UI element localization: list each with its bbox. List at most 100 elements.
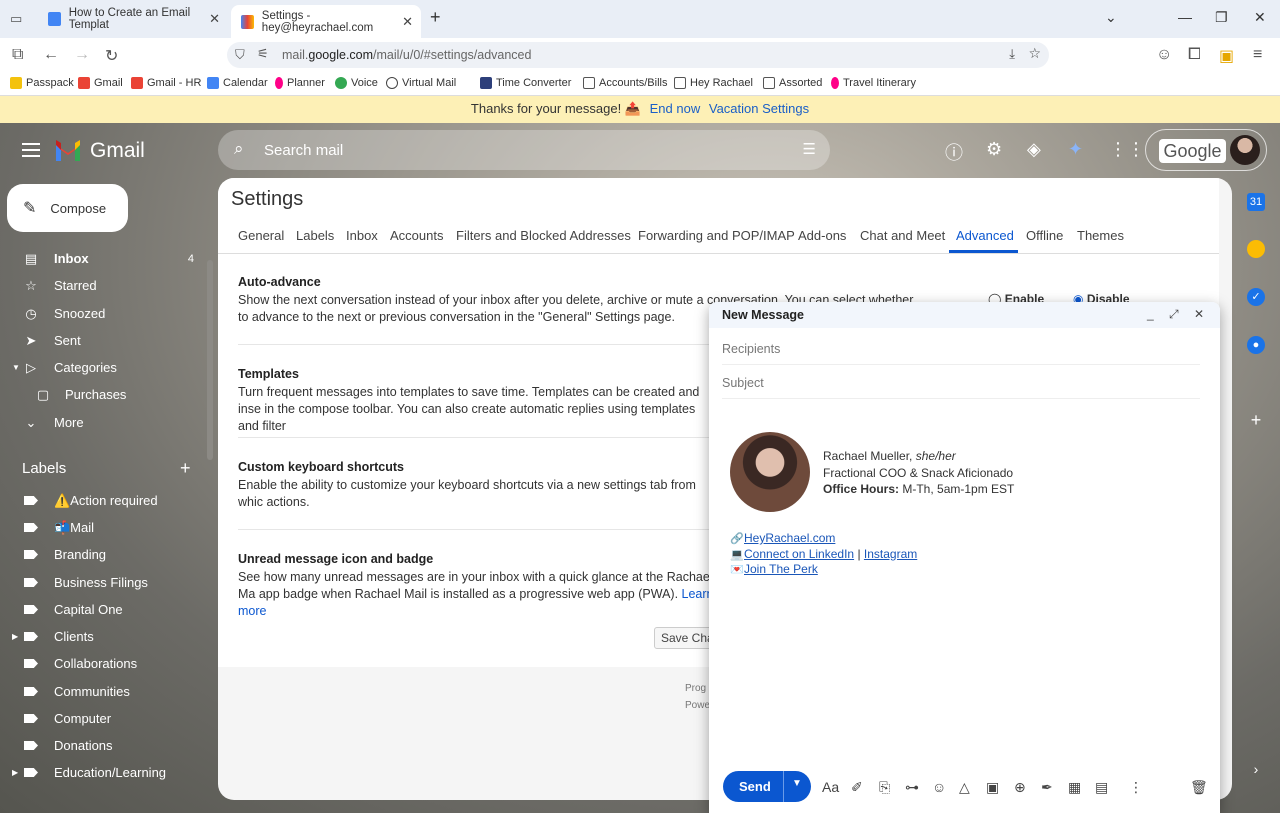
instagram-link[interactable]: Instagram	[864, 547, 917, 561]
bookmark-virtual-mail[interactable]: Virtual Mail	[386, 77, 456, 89]
back-icon[interactable]: ←	[43, 46, 59, 64]
emoji-icon[interactable]: ☺	[932, 779, 946, 795]
tab-addons[interactable]: Add-ons	[798, 228, 846, 243]
formatting-icon[interactable]: Aa	[822, 779, 839, 795]
more-options-icon[interactable]: ⋮	[1129, 779, 1143, 796]
expand-side-panel-icon[interactable]: ›	[1247, 760, 1265, 778]
tab-filters[interactable]: Filters and Blocked Addresses	[456, 228, 631, 243]
tasks-icon[interactable]: ✓	[1247, 288, 1265, 306]
nav-item-more[interactable]: ⌄ More	[0, 409, 205, 436]
bookmark-folder-assorted[interactable]: Assorted	[763, 77, 822, 89]
fullscreen-icon[interactable]: ⤢	[1169, 307, 1179, 322]
send-button[interactable]: Send ▼	[723, 771, 811, 802]
tab-themes[interactable]: Themes	[1077, 228, 1124, 243]
new-tab-icon[interactable]: +	[430, 7, 441, 28]
subject-field[interactable]: Subject	[722, 367, 1200, 399]
tab-labels[interactable]: Labels	[296, 228, 334, 243]
help-icon[interactable]: ⓘ	[945, 139, 963, 165]
expand-caret-icon[interactable]: ▶	[12, 632, 18, 641]
layouts-icon[interactable]: ▦	[1068, 779, 1081, 796]
label-item[interactable]: ⚠️Action required	[0, 487, 205, 514]
gmail-logo-icon[interactable]	[54, 140, 82, 161]
search-bar[interactable]: ⌕ Search mail ☰	[218, 130, 830, 170]
schedule-icon[interactable]: ▤	[1095, 779, 1108, 796]
compose-header[interactable]: New Message _ ⤢ ✕	[709, 302, 1220, 328]
label-item[interactable]: ▶ Clients	[0, 623, 205, 650]
contacts-icon[interactable]: ●	[1247, 336, 1265, 354]
profile-icon[interactable]: ☺	[1156, 46, 1172, 64]
search-input[interactable]: Search mail	[264, 142, 343, 159]
apps-grid-icon[interactable]: ⋮⋮	[1109, 139, 1145, 160]
perk-link[interactable]: Join The Perk	[744, 562, 818, 576]
tab-inbox[interactable]: Inbox	[346, 228, 378, 243]
expand-caret-icon[interactable]: ▼	[12, 363, 20, 372]
bookmark-planner[interactable]: Planner	[275, 77, 325, 89]
close-window-icon[interactable]: ✕	[1254, 9, 1266, 26]
minimize-icon[interactable]: _	[1147, 307, 1154, 321]
label-item[interactable]: 📬Mail	[0, 514, 205, 541]
nav-item-snoozed[interactable]: ◷ Snoozed	[0, 300, 205, 327]
passpack-extension-icon[interactable]: ▣	[1219, 46, 1234, 66]
url-bar[interactable]: ⛉ ⚟ mail.google.com/mail/u/0/#settings/a…	[227, 42, 1049, 68]
nav-scrollbar[interactable]	[207, 260, 213, 460]
browser-tab-gmail-settings[interactable]: Settings - hey@heyrachael.com ✕	[231, 5, 421, 38]
tab-accounts[interactable]: Accounts	[390, 228, 443, 243]
main-menu-icon[interactable]	[22, 143, 40, 157]
expand-caret-icon[interactable]: ▶	[12, 768, 18, 777]
signature-icon[interactable]: ✒	[1041, 779, 1053, 796]
tab-forwarding[interactable]: Forwarding and POP/IMAP	[638, 228, 795, 243]
bookmark-star-icon[interactable]: ☆	[1028, 45, 1041, 62]
extensions-icon[interactable]: ⧠	[1188, 46, 1201, 64]
drive-icon[interactable]: △	[959, 779, 970, 796]
help-me-write-icon[interactable]: ✐	[851, 779, 863, 796]
tab-actions-icon[interactable]: ▭	[10, 11, 22, 27]
discard-icon[interactable]: 🗑	[1190, 779, 1208, 796]
bookmark-folder-hey-rachael[interactable]: Hey Rachael	[674, 77, 753, 89]
settings-gear-icon[interactable]: ⚙	[986, 139, 1002, 160]
account-switcher[interactable]: Google	[1145, 129, 1267, 171]
gemini-icon[interactable]: ✦	[1068, 139, 1083, 160]
vacation-settings-link[interactable]: Vacation Settings	[709, 101, 809, 116]
reload-icon[interactable]: ↻	[105, 46, 118, 66]
search-icon[interactable]: ⌕	[234, 139, 244, 159]
label-item[interactable]: Business Filings	[0, 569, 205, 596]
label-item[interactable]: Branding	[0, 541, 205, 568]
send-options-icon[interactable]: ▼	[792, 778, 802, 789]
close-tab-icon[interactable]: ✕	[209, 11, 220, 27]
site-settings-icon[interactable]: ⚟	[257, 46, 269, 62]
install-app-icon[interactable]: ⤓	[1009, 46, 1015, 62]
bookmark-gmail[interactable]: Gmail	[78, 77, 123, 89]
bookmark-travel-itinerary[interactable]: Travel Itinerary	[831, 77, 916, 89]
gemini-sparkle-outline-icon[interactable]: ◈	[1027, 139, 1041, 160]
browser-menu-icon[interactable]: ≡	[1253, 46, 1262, 64]
tab-search-icon[interactable]: ⌄	[1105, 9, 1117, 26]
calendar-icon[interactable]: 31	[1247, 193, 1265, 211]
minimize-icon[interactable]: —	[1178, 9, 1192, 25]
search-options-icon[interactable]: ☰	[803, 140, 816, 158]
label-item[interactable]: Communities	[0, 678, 205, 705]
insert-link-icon[interactable]: ⊶	[905, 779, 919, 796]
bookmark-voice[interactable]: Voice	[335, 77, 378, 89]
restore-icon[interactable]: ❐	[1215, 9, 1228, 26]
nav-item-categories[interactable]: ▼ ▷ Categories	[0, 354, 205, 381]
site-security-icon[interactable]: ⛉	[235, 47, 245, 63]
label-item[interactable]: Collaborations	[0, 650, 205, 677]
linkedin-link[interactable]: Connect on LinkedIn	[744, 547, 854, 561]
tab-offline[interactable]: Offline	[1026, 228, 1063, 243]
bookmark-folder-accounts[interactable]: Accounts/Bills	[583, 77, 667, 89]
attach-icon[interactable]: ⎘	[879, 779, 890, 796]
compose-button[interactable]: ✎ Compose	[7, 184, 128, 232]
keep-icon[interactable]	[1247, 240, 1265, 258]
label-item[interactable]: Computer	[0, 705, 205, 732]
insert-photo-icon[interactable]: ▣	[986, 779, 999, 796]
recipients-field[interactable]: Recipients	[722, 333, 1200, 365]
nav-item-starred[interactable]: ☆ Starred	[0, 272, 205, 299]
forward-icon[interactable]: →	[74, 46, 90, 64]
website-link[interactable]: HeyRachael.com	[744, 531, 835, 545]
label-item[interactable]: Capital One	[0, 596, 205, 623]
create-label-icon[interactable]: +	[180, 458, 191, 479]
close-icon[interactable]: ✕	[1194, 307, 1204, 321]
tab-advanced[interactable]: Advanced	[956, 228, 1014, 243]
label-item[interactable]: Donations	[0, 732, 205, 759]
avatar[interactable]	[1230, 135, 1260, 165]
